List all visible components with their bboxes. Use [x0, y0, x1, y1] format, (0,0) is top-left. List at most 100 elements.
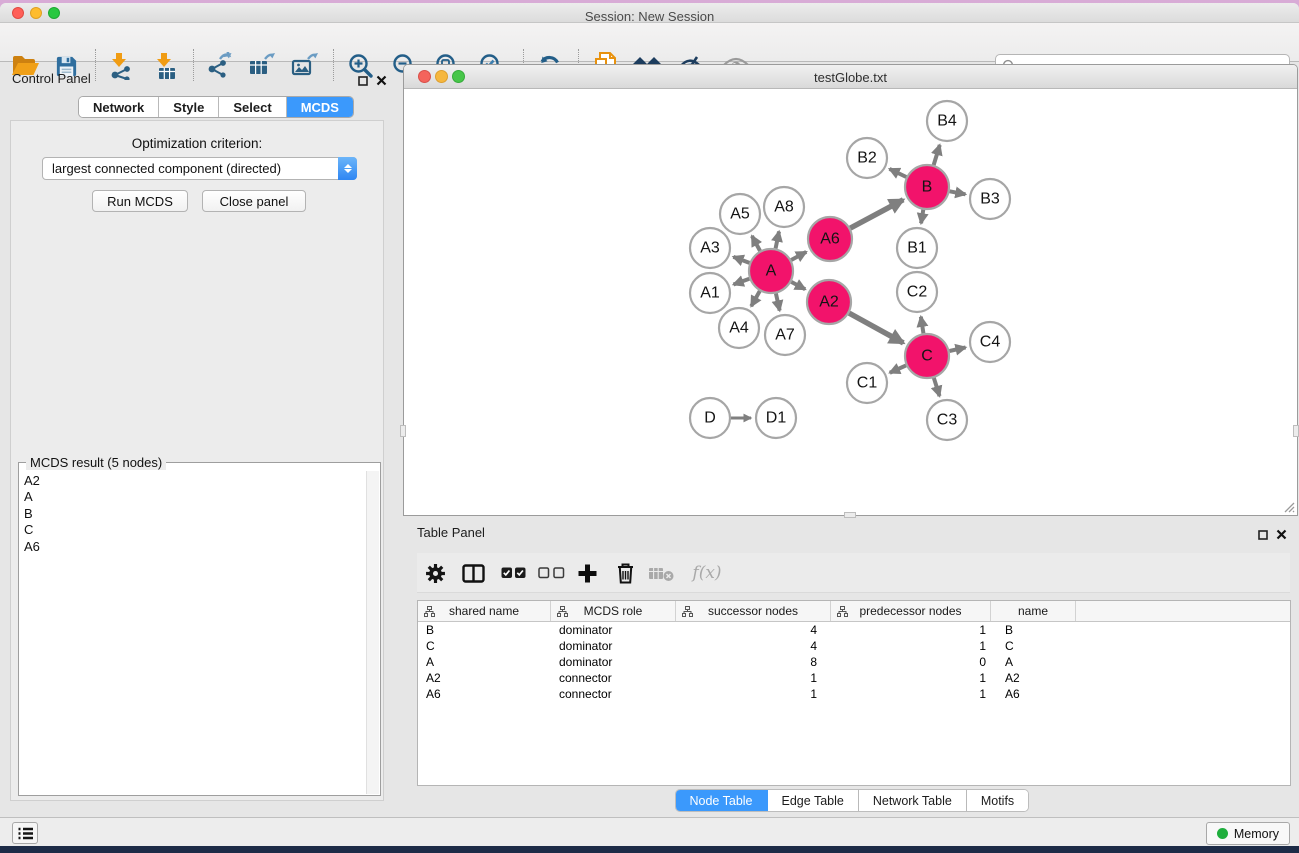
graph-edge-B-B1[interactable] — [921, 210, 923, 224]
mcds-result-box: A2ABCA6 — [18, 462, 381, 796]
toolbar-divider — [95, 49, 96, 81]
criterion-value: largest connected component (directed) — [43, 161, 338, 176]
graph-node-label: A8 — [774, 199, 794, 216]
tab-motifs[interactable]: Motifs — [967, 790, 1028, 811]
memory-button[interactable]: Memory — [1206, 822, 1290, 845]
export-table-icon[interactable] — [245, 50, 279, 82]
table-cell: 1 — [676, 686, 831, 702]
export-network-icon[interactable] — [202, 50, 236, 82]
tab-network[interactable]: Network — [79, 97, 159, 117]
optimization-criterion-label: Optimization criterion: — [10, 136, 384, 151]
graph-edge-C-C1[interactable] — [890, 365, 906, 372]
tab-edge-table[interactable]: Edge Table — [768, 790, 859, 811]
add-column-icon[interactable] — [571, 557, 603, 589]
table-cell: 1 — [831, 686, 991, 702]
graph-edge-A-A1[interactable] — [734, 279, 750, 285]
graph-node-label: D1 — [766, 410, 787, 427]
frame-resize-handle[interactable] — [400, 425, 406, 437]
result-item: C — [24, 522, 367, 538]
table-cell: dominator — [551, 638, 676, 654]
function-builder-icon[interactable]: f(x) — [686, 557, 728, 589]
graph-node-label: A6 — [820, 231, 840, 248]
float-table-panel-icon[interactable] — [1258, 527, 1268, 545]
graph-edge-A-A6[interactable] — [791, 252, 806, 260]
table-row[interactable]: A6connector11A6 — [418, 686, 1290, 702]
table-cell: A2 — [418, 670, 551, 686]
desktop-wallpaper — [0, 846, 1299, 853]
settings-gear-icon[interactable] — [419, 557, 451, 589]
frame-resize-handle[interactable] — [1293, 425, 1299, 437]
select-stepper-icon — [338, 157, 357, 180]
network-window-titlebar[interactable]: testGlobe.txt — [404, 65, 1297, 89]
toolbar-divider — [193, 49, 194, 81]
column-header-name[interactable]: name — [991, 601, 1076, 621]
task-history-button[interactable] — [12, 822, 38, 844]
tab-network-table[interactable]: Network Table — [859, 790, 967, 811]
table-cell: A6 — [991, 686, 1076, 702]
graph-node-label: B3 — [980, 191, 1000, 208]
table-row[interactable]: A2connector11A2 — [418, 670, 1290, 686]
table-cell: B — [418, 622, 551, 638]
mcds-result-title: MCDS result (5 nodes) — [26, 455, 166, 470]
column-header-mcds-role[interactable]: MCDS role — [551, 601, 676, 621]
table-cell: dominator — [551, 654, 676, 670]
graph-edge-B-B3[interactable] — [950, 191, 966, 194]
result-scrollbar[interactable] — [366, 471, 379, 794]
table-cell: 4 — [676, 638, 831, 654]
close-panel-button[interactable]: Close panel — [202, 190, 306, 212]
export-image-icon[interactable] — [288, 50, 322, 82]
graph-edge-A-A2[interactable] — [791, 282, 805, 289]
tab-mcds[interactable]: MCDS — [287, 97, 353, 117]
import-network-icon[interactable] — [104, 50, 138, 82]
graph-edge-A2-C[interactable] — [849, 313, 903, 343]
criterion-select[interactable]: largest connected component (directed) — [42, 157, 357, 180]
delete-column-icon[interactable] — [609, 557, 641, 589]
deselect-all-icon[interactable] — [535, 557, 567, 589]
tab-node-table[interactable]: Node Table — [676, 790, 768, 811]
table-header-row: shared nameMCDS rolesuccessor nodesprede… — [418, 601, 1290, 622]
table-row[interactable]: Cdominator41C — [418, 638, 1290, 654]
frame-resize-handle[interactable] — [844, 512, 856, 518]
graph-node-label: B2 — [857, 150, 877, 167]
close-table-panel-icon[interactable] — [1276, 527, 1287, 545]
graph-edge-A-A4[interactable] — [751, 291, 760, 306]
table-cell: connector — [551, 670, 676, 686]
graph-node-label: C3 — [937, 412, 958, 429]
network-canvas[interactable]: B4B2BB3A8A5A6A3B1AA1C2A2A4A7C4CC1C3DD1 — [404, 89, 1297, 515]
table-panel-tabs: Node TableEdge TableNetwork TableMotifs — [675, 789, 1030, 812]
tab-style[interactable]: Style — [159, 97, 219, 117]
graph-edge-C-C2[interactable] — [921, 317, 924, 334]
graph-edge-A6-B[interactable] — [850, 200, 903, 228]
graph-edge-B-B2[interactable] — [890, 169, 907, 177]
table-cell: A — [418, 654, 551, 670]
table-cell: 1 — [831, 638, 991, 654]
graph-edge-A-A8[interactable] — [776, 231, 779, 248]
window-titlebar[interactable]: Session: New Session — [0, 3, 1299, 23]
tab-select[interactable]: Select — [219, 97, 286, 117]
run-mcds-button[interactable]: Run MCDS — [92, 190, 188, 212]
graph-edge-C-C3[interactable] — [934, 378, 940, 396]
column-header-successor-nodes[interactable]: successor nodes — [676, 601, 831, 621]
graph-edge-A-A5[interactable] — [752, 236, 760, 251]
import-table-icon[interactable] — [149, 50, 183, 82]
graph-node-label: B1 — [907, 240, 927, 257]
table-row[interactable]: Adominator80A — [418, 654, 1290, 670]
desktop: Session: New Session — [0, 0, 1299, 853]
select-all-icon[interactable] — [497, 557, 529, 589]
column-header-predecessor-nodes[interactable]: predecessor nodes — [831, 601, 991, 621]
mcds-result-list[interactable]: A2ABCA6 — [20, 471, 367, 794]
show-columns-icon[interactable] — [457, 557, 489, 589]
resize-grip-icon[interactable] — [1283, 501, 1295, 513]
close-panel-icon[interactable] — [376, 73, 387, 91]
graph-edge-A-A3[interactable] — [733, 257, 749, 263]
column-header-shared-name[interactable]: shared name — [418, 601, 551, 621]
delete-table-icon[interactable] — [646, 557, 678, 589]
graph-node-label: C1 — [857, 375, 878, 392]
graph-node-label: D — [704, 410, 716, 427]
graph-edge-C-C4[interactable] — [949, 347, 965, 351]
float-panel-icon[interactable] — [358, 73, 368, 91]
table-row[interactable]: Bdominator41B — [418, 622, 1290, 638]
result-item: A2 — [24, 473, 367, 489]
graph-edge-A-A7[interactable] — [776, 293, 780, 310]
graph-edge-B-B4[interactable] — [934, 145, 940, 165]
